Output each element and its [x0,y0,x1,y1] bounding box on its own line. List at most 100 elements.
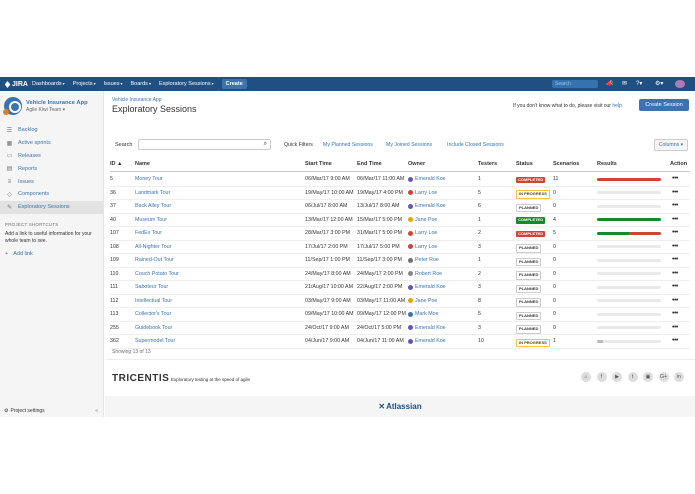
project-avatar[interactable] [3,97,22,115]
column-header-name[interactable]: Name [135,161,150,167]
jira-logo[interactable]: JIRA [4,80,32,88]
topnav-item-issues[interactable]: Issues▾ [104,81,123,87]
table-row[interactable]: 109 Rained-Out Tour 11/Sep/17 1:00 PM 11/Se… [110,254,690,268]
session-name-link[interactable]: Collector's Tour [135,311,171,317]
search-icon[interactable]: ⌕ [264,141,267,148]
project-name[interactable]: Vehicle Insurance App [26,100,88,106]
sidebar-item-active-sprints[interactable]: ▦ Active sprints [0,137,103,150]
table-row[interactable]: 112 Intellectual Tour 03/May/17 9:00 AM 03/… [110,295,690,308]
column-header-results[interactable]: Results [597,161,617,167]
sidebar-item-reports[interactable]: ▤ Reports [0,162,103,175]
more-actions-icon[interactable]: ••• [672,216,678,223]
youtube-icon[interactable]: ▶ [612,372,622,382]
help-link[interactable]: help [612,103,621,109]
session-name-link[interactable]: Money Tour [135,176,163,182]
sidebar-item-components[interactable]: ◇ Components [0,188,103,201]
topnav-item-exploratory-sessions[interactable]: Exploratory Sessions▾ [159,81,214,87]
sidebar-item-exploratory-sessions[interactable]: ✎ Exploratory Sessions [0,200,103,214]
tricentis-logo[interactable]: TRICENTIS [112,373,169,384]
more-actions-icon[interactable]: ••• [672,283,678,290]
user-avatar[interactable] [675,80,685,88]
session-name-link[interactable]: Museum Tour [135,217,167,223]
session-name-link[interactable]: Landmark Tour [135,190,170,196]
table-row[interactable]: 108 All-Nighter Tour 17/Jul/17 2:00 PM 17/J… [110,241,690,254]
owner[interactable]: Emerald Koe [408,325,446,331]
session-name-link[interactable]: Couch Potato Tour [135,271,179,277]
column-header-scenarios[interactable]: Scenarios [553,161,579,167]
owner[interactable]: Emerald Koe [408,176,446,182]
more-actions-icon[interactable]: ••• [672,243,678,250]
owner[interactable]: Emerald Koe [408,284,446,290]
project-settings-link[interactable]: ⚙ Project settings « [4,408,100,414]
collapse-sidebar-icon[interactable]: « [95,408,98,414]
more-actions-icon[interactable]: ••• [672,175,678,182]
table-row[interactable]: 111 Saboteur Tour 21/Aug/17 10:00 AM 22/Aug… [110,281,690,295]
help-icon[interactable]: ?▾ [636,80,642,87]
more-actions-icon[interactable]: ••• [672,189,678,196]
owner[interactable]: Mark Moe [408,311,439,317]
column-header-status[interactable]: Status [516,161,533,167]
breadcrumb[interactable]: Vehicle Insurance App [112,97,161,103]
sidebar-item-backlog[interactable]: ☰ Backlog [0,124,103,137]
owner[interactable]: Larry Loe [408,190,437,196]
topnav-item-projects[interactable]: Projects▾ [73,81,96,87]
session-name-link[interactable]: Supermodel Tour [135,338,175,344]
create-session-button[interactable]: Create Session [639,99,689,111]
owner[interactable]: Jane Poe [408,298,437,304]
owner[interactable]: Emerald Koe [408,338,446,344]
table-row[interactable]: 5 Money Tour 06/Mar/17 9:00 AM 06/Mar/17 11… [110,173,690,187]
more-actions-icon[interactable]: ••• [672,229,678,236]
column-header-id[interactable]: ID ▲ [110,161,122,167]
home-icon[interactable]: ⌂ [581,372,591,382]
filter-include-closed[interactable]: Include Closed Sessions [447,142,504,148]
owner[interactable]: Jane Poe [408,217,437,223]
table-row[interactable]: 255 Guidebook Tour 24/Oct/17 9:00 AM 24/Oct… [110,322,690,335]
column-header-testers[interactable]: Testers [478,161,497,167]
more-actions-icon[interactable]: ••• [672,310,678,317]
slideshare-icon[interactable]: ▣ [643,372,653,382]
more-actions-icon[interactable]: ••• [672,256,678,263]
session-name-link[interactable]: Intellectual Tour [135,298,172,304]
session-name-link[interactable]: FedEx Tour [135,230,162,236]
session-name-link[interactable]: Guidebook Tour [135,325,172,331]
session-name-link[interactable]: Saboteur Tour [135,284,168,290]
owner[interactable]: Robert Roe [408,271,442,277]
sidebar-item-releases[interactable]: ▭ Releases [0,150,103,163]
column-header-end-time[interactable]: End Time [357,161,382,167]
filter-my-joined[interactable]: My Joined Sessions [386,142,432,148]
topnav-item-dashboards[interactable]: Dashboards▾ [32,81,65,87]
owner[interactable]: Emerald Koe [408,203,446,209]
twitter-icon[interactable]: t [627,372,638,382]
column-header-action[interactable]: Action [670,161,687,167]
more-actions-icon[interactable]: ••• [672,324,678,331]
add-link-button[interactable]: + Add link [5,251,103,257]
notifications-icon[interactable]: 📣 [606,80,613,87]
linkedin-icon[interactable]: in [674,372,684,382]
global-search-input[interactable]: Search [552,80,598,88]
settings-gear-icon[interactable]: ⚙▾ [655,80,663,87]
search-input[interactable]: ⌕ [138,139,271,150]
table-row[interactable]: 110 Couch Potato Tour 24/May/17 8:00 AM 24/… [110,268,690,281]
project-team[interactable]: Agile Kiwi Team ▾ [26,107,88,113]
table-row[interactable]: 362 Supermodel Tour 04/Jun/17 9:00 AM 04/Ju… [110,335,690,349]
sidebar-item-issues[interactable]: ≡ Issues [0,175,103,188]
more-actions-icon[interactable]: ••• [672,202,678,209]
facebook-icon[interactable]: f [596,372,607,382]
table-row[interactable]: 36 Landmark Tour 19/May/17 10:00 AM 19/May/… [110,187,690,200]
table-row[interactable]: 107 FedEx Tour 28/Mar/17 3:00 PM 31/Mar/17 … [110,227,690,241]
table-row[interactable]: 37 Back Alley Tour 06/Jul/17 8:00 AM 13/Jul… [110,200,690,214]
create-button[interactable]: Create [221,79,247,89]
column-header-owner[interactable]: Owner [408,161,425,167]
filter-my-planned[interactable]: My Planned Sessions [323,142,373,148]
table-row[interactable]: 40 Museum Tour 13/Mar/17 12:00 AM 15/Mar/17… [110,214,690,227]
owner[interactable]: Larry Loe [408,244,437,250]
columns-button[interactable]: Columns ▾ [654,139,688,151]
session-name-link[interactable]: Rained-Out Tour [135,257,174,263]
session-name-link[interactable]: All-Nighter Tour [135,244,171,250]
feedback-icon[interactable]: ✉ [622,80,627,87]
table-row[interactable]: 113 Collector's Tour 09/May/17 10:00 AM 09/… [110,308,690,322]
owner[interactable]: Larry Loe [408,230,437,236]
more-actions-icon[interactable]: ••• [672,297,678,304]
owner[interactable]: Peter Roe [408,257,439,263]
session-name-link[interactable]: Back Alley Tour [135,203,171,209]
